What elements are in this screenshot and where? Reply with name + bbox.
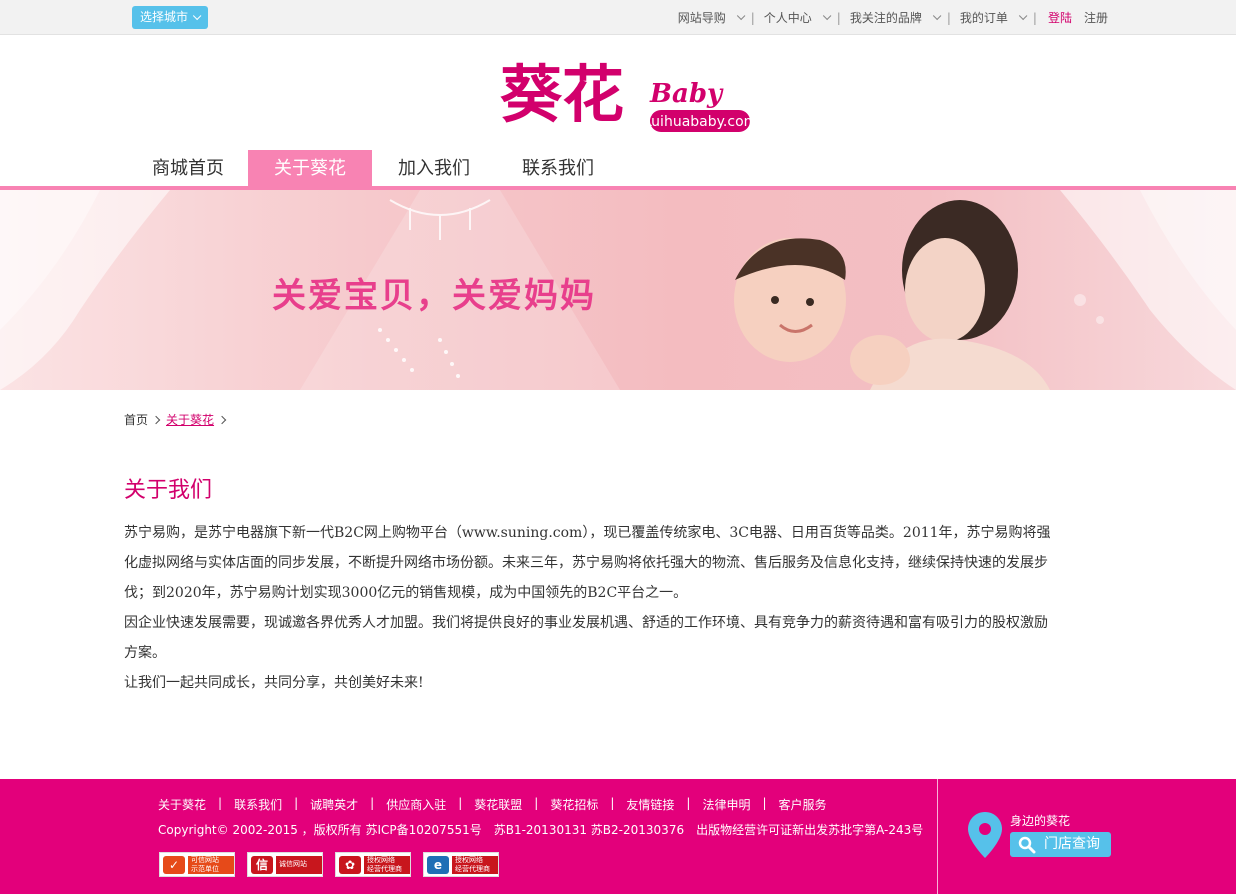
top-bar: 选择城市 网站导购 | 个人中心 | 我关注的品牌 | 我的订单 | 登陆 注册 xyxy=(0,0,1236,35)
separator: | xyxy=(762,796,767,810)
register-link[interactable]: 注册 xyxy=(1084,9,1108,26)
top-nav-brands[interactable]: 我关注的品牌 xyxy=(849,9,942,26)
separator: | xyxy=(836,10,841,25)
separator: | xyxy=(1032,10,1037,25)
badge-line: 经营代理商 xyxy=(367,864,402,873)
telecom-icon: e xyxy=(427,855,449,874)
separator: | xyxy=(218,796,223,810)
top-nav-brands-label: 我关注的品牌 xyxy=(849,11,922,25)
footer-link-careers[interactable]: 诚聘英才 xyxy=(310,796,358,813)
logo-sub-text: Baby xyxy=(649,79,724,109)
footer-link-about[interactable]: 关于葵花 xyxy=(158,796,206,813)
top-nav-profile-label: 个人中心 xyxy=(763,11,812,25)
chevron-down-icon xyxy=(736,11,746,20)
unicom-icon: ✿ xyxy=(339,855,361,874)
top-nav: 网站导购 | 个人中心 | 我关注的品牌 | 我的订单 | 登陆 注册 xyxy=(678,0,1108,35)
badge-telecom[interactable]: e 授权网络 经营代理商 xyxy=(423,852,499,877)
tab-contact[interactable]: 联系我们 xyxy=(510,150,606,186)
footer-link-alliance[interactable]: 葵花联盟 xyxy=(474,796,522,813)
badge-chengxin[interactable]: 信 诚信网站 xyxy=(247,852,323,877)
copyright: Copyright© 2002-2015 ，版权所有 苏ICP备10207551… xyxy=(158,823,924,837)
footer-link-friends[interactable]: 友情链接 xyxy=(626,796,674,813)
article-body: 苏宁易购，是苏宁电器旗下新一代B2C网上购物平台（www.suning.com）… xyxy=(124,518,1054,698)
xin-icon: 信 xyxy=(251,855,273,874)
logo-domain-text: Kuihuababy.com xyxy=(643,114,752,130)
top-nav-orders-label: 我的订单 xyxy=(959,11,1008,25)
badge-unicom[interactable]: ✿ 授权网络 经营代理商 xyxy=(335,852,411,877)
separator: | xyxy=(946,10,951,25)
main-nav: 商城首页 关于葵花 加入我们 联系我们 xyxy=(0,150,1236,190)
footer-links: 关于葵花 | 联系我们 | 诚聘英才 | 供应商入驻 | 葵花联盟 | 葵花招标 | 友情链… xyxy=(158,796,827,813)
tab-join[interactable]: 加入我们 xyxy=(386,150,482,186)
top-nav-profile[interactable]: 个人中心 xyxy=(763,9,832,26)
banner-slogan: 关爱宝贝，关爱妈妈 xyxy=(272,276,596,316)
top-nav-guide[interactable]: 网站导购 xyxy=(677,9,746,26)
badge-line: 授权网络 xyxy=(455,855,483,864)
separator: | xyxy=(458,796,463,810)
badge-kexin[interactable]: ✓ 可信网站 示范单位 xyxy=(159,852,235,877)
breadcrumb-current[interactable]: 关于葵花 xyxy=(166,411,214,428)
login-link[interactable]: 登陆 xyxy=(1048,9,1072,26)
page-title: 关于我们 xyxy=(124,478,213,503)
kexin-icon: ✓ xyxy=(163,855,185,874)
badge-line: 诚信网站 xyxy=(279,860,307,868)
footer-link-contact[interactable]: 联系我们 xyxy=(234,796,282,813)
separator: | xyxy=(534,796,539,810)
chevron-right-icon xyxy=(151,415,161,424)
tab-about[interactable]: 关于葵花 xyxy=(248,150,372,186)
chevron-right-icon xyxy=(217,415,227,424)
separator: | xyxy=(686,796,691,810)
badge-line: 经营代理商 xyxy=(455,864,490,873)
separator: | xyxy=(750,10,755,25)
article-paragraph: 苏宁易购，是苏宁电器旗下新一代B2C网上购物平台（www.suning.com）… xyxy=(124,525,1051,601)
nearby-label: 身边的葵花 xyxy=(1010,814,1071,828)
separator: | xyxy=(294,796,299,810)
footer-link-suppliers[interactable]: 供应商入驻 xyxy=(386,796,446,813)
top-nav-guide-label: 网站导购 xyxy=(677,11,726,25)
location-pin-icon xyxy=(968,812,1002,858)
footer-link-tender[interactable]: 葵花招标 xyxy=(550,796,598,813)
article-paragraph: 让我们一起共同成长，共同分享，共创美好未来! xyxy=(124,675,424,691)
chevron-down-icon xyxy=(822,11,832,20)
trust-badges: ✓ 可信网站 示范单位 信 诚信网站 ✿ 授权网络 经营代理商 e 授权网络 经营代理… xyxy=(159,852,511,877)
banner-illustration xyxy=(0,190,1236,390)
footer-link-legal[interactable]: 法律申明 xyxy=(702,796,750,813)
chevron-down-icon xyxy=(932,11,942,20)
hero-banner: 关爱宝贝，关爱妈妈 xyxy=(0,190,1236,390)
breadcrumb: 首页 关于葵花 xyxy=(124,411,232,428)
tab-home[interactable]: 商城首页 xyxy=(140,150,236,186)
search-icon xyxy=(1018,836,1036,854)
select-city-button[interactable]: 选择城市 xyxy=(132,6,208,29)
footer-divider xyxy=(937,779,938,894)
store-search-button[interactable]: 门店查询 xyxy=(1010,832,1111,857)
site-logo[interactable]: 葵花 Baby Kuihuababy.com xyxy=(500,50,757,136)
footer-link-service[interactable]: 客户服务 xyxy=(779,796,827,813)
chevron-down-icon xyxy=(192,11,202,21)
article-paragraph: 因企业快速发展需要，现诚邀各界优秀人才加盟。我们将提供良好的事业发展机遇、舒适的… xyxy=(124,615,1048,661)
chevron-down-icon xyxy=(1018,11,1028,20)
select-city-label: 选择城市 xyxy=(140,10,189,24)
store-search-label: 门店查询 xyxy=(1044,836,1100,852)
badge-line: 示范单位 xyxy=(191,864,219,873)
breadcrumb-home[interactable]: 首页 xyxy=(124,411,148,428)
badge-line: 授权网络 xyxy=(367,855,395,864)
logo-main-text: 葵花 xyxy=(500,58,624,131)
badge-line: 可信网站 xyxy=(191,855,219,864)
top-nav-orders[interactable]: 我的订单 xyxy=(959,9,1028,26)
footer: 关于葵花 | 联系我们 | 诚聘英才 | 供应商入驻 | 葵花联盟 | 葵花招标 | 友情链… xyxy=(0,779,1236,894)
separator: | xyxy=(370,796,375,810)
separator: | xyxy=(610,796,615,810)
